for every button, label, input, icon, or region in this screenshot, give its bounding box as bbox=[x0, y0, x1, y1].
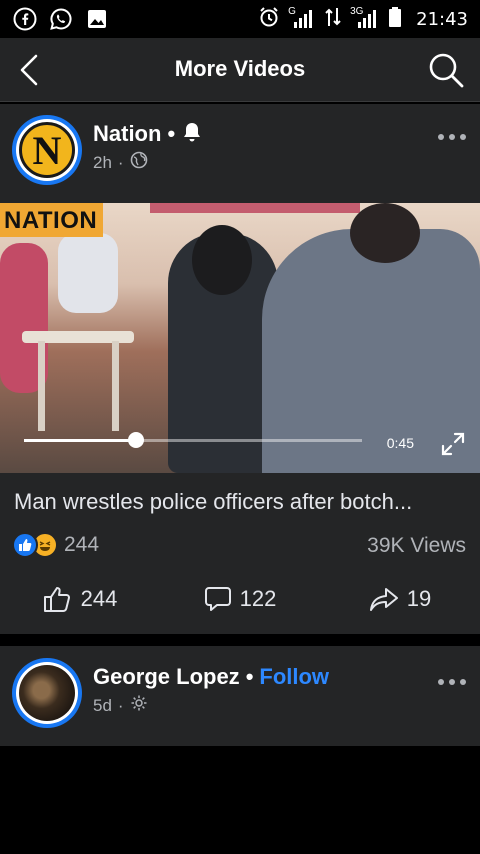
profile-photo bbox=[19, 665, 75, 721]
signal-3g-label: 3G bbox=[350, 6, 364, 17]
like-reaction-icon bbox=[12, 532, 38, 558]
feed-separator bbox=[0, 634, 480, 646]
nation-logo: N bbox=[19, 122, 75, 178]
post-title[interactable]: Man wrestles police officers after botch… bbox=[14, 489, 412, 515]
post-meta: 2h · bbox=[93, 151, 148, 174]
post-meta: 5d · bbox=[93, 694, 148, 717]
comment-button[interactable]: 122 bbox=[160, 579, 320, 619]
settings-icon bbox=[130, 694, 148, 717]
fullscreen-button[interactable] bbox=[440, 431, 466, 457]
clock: 21:43 bbox=[416, 8, 468, 30]
nation-logo-letter: N bbox=[32, 127, 62, 173]
reaction-count: 244 bbox=[64, 533, 100, 556]
expand-icon bbox=[441, 432, 465, 456]
like-button[interactable]: 244 bbox=[0, 579, 160, 619]
bell-icon[interactable] bbox=[181, 121, 203, 149]
page-name-link[interactable]: George Lopez bbox=[93, 664, 240, 689]
gallery-icon bbox=[84, 6, 110, 32]
view-count: 39K Views bbox=[367, 534, 466, 557]
follow-button[interactable]: Follow bbox=[259, 664, 329, 689]
reactions-summary[interactable]: 244 bbox=[12, 532, 99, 558]
post-time[interactable]: 2h bbox=[93, 153, 112, 173]
separator-dot: · bbox=[117, 152, 124, 172]
separator-dot: • bbox=[167, 121, 176, 146]
share-count: 19 bbox=[406, 586, 432, 611]
status-bar: G 3G 21:43 bbox=[0, 0, 480, 38]
post-actions: 244 122 19 bbox=[0, 579, 480, 619]
globe-icon bbox=[130, 151, 148, 174]
more-options-button[interactable] bbox=[438, 677, 466, 687]
separator-dot: • bbox=[245, 664, 254, 689]
data-arrows-icon bbox=[324, 6, 342, 33]
comment-count: 122 bbox=[239, 586, 277, 611]
separator-dot: · bbox=[117, 695, 124, 715]
video-watermark: NATION bbox=[0, 203, 104, 237]
signal-g-label: G bbox=[288, 6, 296, 17]
video-scrubber-handle[interactable] bbox=[127, 432, 144, 448]
video-elapsed-time: 0:45 bbox=[386, 435, 414, 451]
more-options-button[interactable] bbox=[438, 132, 466, 142]
like-count: 244 bbox=[80, 586, 118, 611]
search-button[interactable] bbox=[426, 50, 466, 90]
video-post-card: N Nation • 2h · NATION 0:45 Man wrestles… bbox=[0, 104, 480, 634]
video-progress-bar[interactable] bbox=[24, 432, 362, 448]
avatar[interactable] bbox=[12, 658, 82, 728]
whatsapp-icon bbox=[48, 6, 74, 32]
video-player[interactable]: NATION 0:45 bbox=[0, 203, 480, 473]
battery-icon bbox=[388, 6, 402, 33]
search-icon bbox=[429, 53, 464, 88]
signal-g-icon: G bbox=[288, 6, 316, 30]
post-card: George Lopez • Follow 5d · bbox=[0, 646, 480, 746]
page-name-link[interactable]: Nation bbox=[93, 121, 161, 146]
video-progress-fill bbox=[24, 439, 136, 442]
comment-icon bbox=[204, 587, 231, 611]
post-author: Nation • bbox=[93, 121, 203, 149]
avatar[interactable]: N bbox=[12, 115, 82, 185]
page-title: More Videos bbox=[174, 56, 306, 81]
post-author: George Lopez • Follow bbox=[93, 664, 329, 690]
share-button[interactable]: 19 bbox=[320, 579, 480, 619]
post-time[interactable]: 5d bbox=[93, 696, 112, 716]
signal-3g-icon: 3G bbox=[350, 6, 380, 30]
alarm-icon bbox=[258, 6, 280, 33]
thumbs-up-icon bbox=[43, 587, 70, 612]
facebook-icon bbox=[12, 6, 38, 32]
app-header: More Videos bbox=[0, 38, 480, 102]
share-icon bbox=[369, 588, 398, 611]
